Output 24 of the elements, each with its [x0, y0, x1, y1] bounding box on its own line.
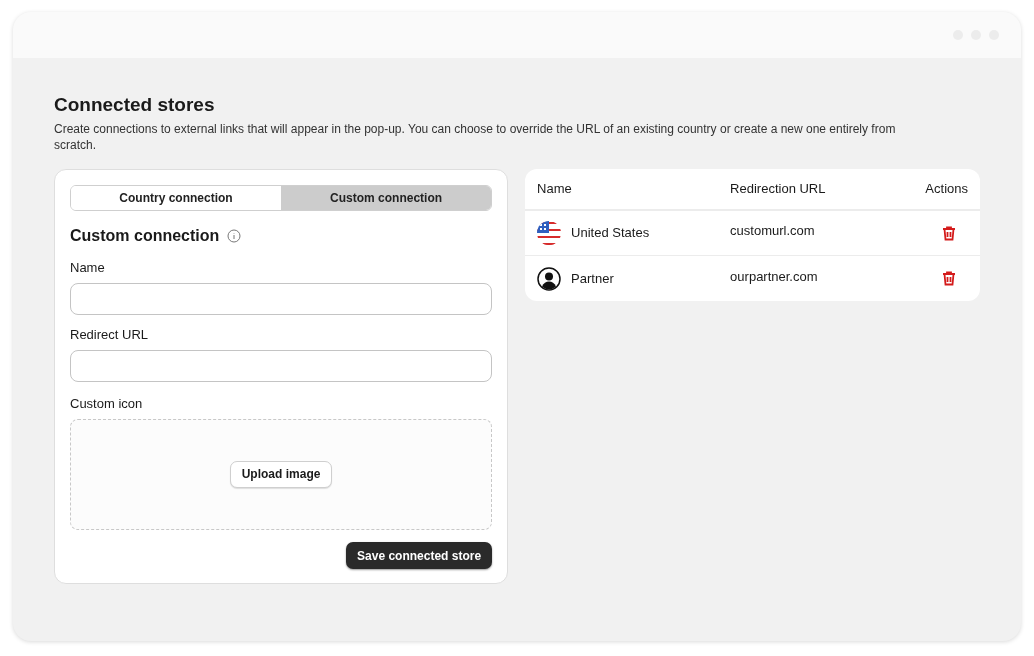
field-label: Redirect URL	[70, 326, 150, 343]
input-field[interactable]	[70, 349, 493, 382]
info-icon[interactable]	[227, 228, 242, 243]
column-header: Actions	[925, 180, 968, 199]
store-url: ourpartner.com	[730, 267, 819, 286]
column-header: Redirection URL	[730, 180, 827, 199]
field-label: Name	[70, 259, 106, 276]
upload-button[interactable]: Upload image	[229, 460, 333, 488]
trash-icon[interactable]	[942, 271, 956, 286]
trash-icon[interactable]	[942, 225, 956, 241]
tab[interactable]: Custom connection	[281, 186, 492, 210]
person-icon	[537, 266, 562, 291]
store-name: United States	[571, 224, 650, 243]
store-name: Partner	[571, 269, 614, 288]
form-title: Custom connection	[70, 225, 220, 246]
save-button[interactable]: Save connected store	[346, 542, 493, 569]
flag-icon	[537, 221, 562, 245]
page-title: Connected stores	[54, 93, 216, 117]
column-header: Name	[537, 180, 573, 199]
input-field[interactable]	[70, 282, 493, 315]
page-description: Create connections to external links that will appear in the pop-up. You can choose to override the URL of an existing country or create a new one entirely from scratch.	[54, 121, 897, 153]
store-url: customurl.com	[730, 222, 816, 241]
field-label: Custom icon	[70, 395, 144, 412]
upload-dropzone[interactable]: Upload image	[70, 418, 493, 530]
